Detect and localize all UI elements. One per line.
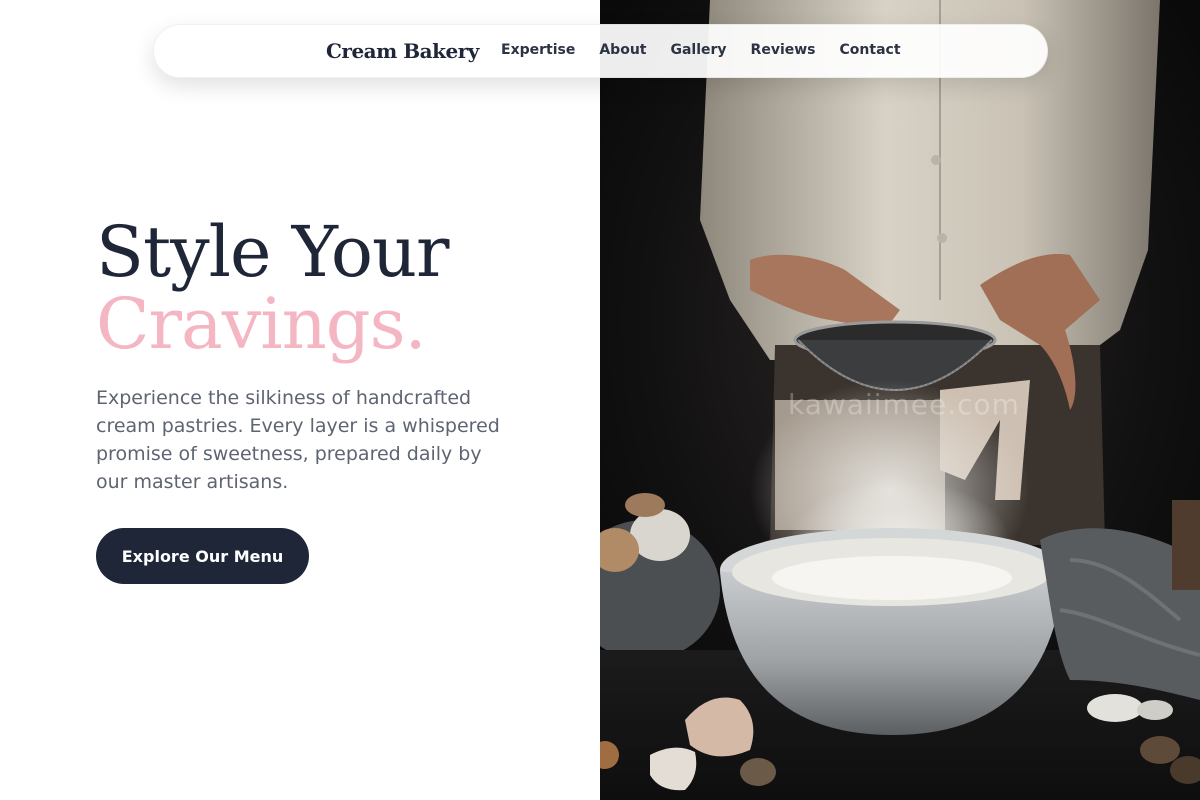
nav-link-contact[interactable]: Contact [840, 42, 901, 58]
nav-links: Expertise About Gallery Reviews Contact [501, 42, 901, 58]
top-navigation-bar: Cream Bakery Expertise About Gallery Rev… [153, 24, 1048, 78]
brand-logo[interactable]: Cream Bakery [326, 39, 479, 63]
hero-description: Experience the silkiness of handcrafted … [96, 387, 500, 493]
headline-line-2: Cravings. [96, 283, 427, 365]
nav-link-expertise[interactable]: Expertise [501, 42, 575, 58]
nav-link-gallery[interactable]: Gallery [670, 42, 726, 58]
photo-watermark: kawaiimee.com [788, 388, 1020, 421]
headline-line-1: Style Your [96, 211, 450, 293]
nav-link-reviews[interactable]: Reviews [751, 42, 816, 58]
hero-headline: Style Your Cravings. [96, 211, 450, 365]
nav-link-about[interactable]: About [599, 42, 646, 58]
explore-menu-button[interactable]: Explore Our Menu [96, 528, 309, 584]
hero-photo: kawaiimee.com [600, 0, 1200, 800]
hero-text-panel: Style Your Cravings. Experience the silk… [0, 0, 600, 800]
